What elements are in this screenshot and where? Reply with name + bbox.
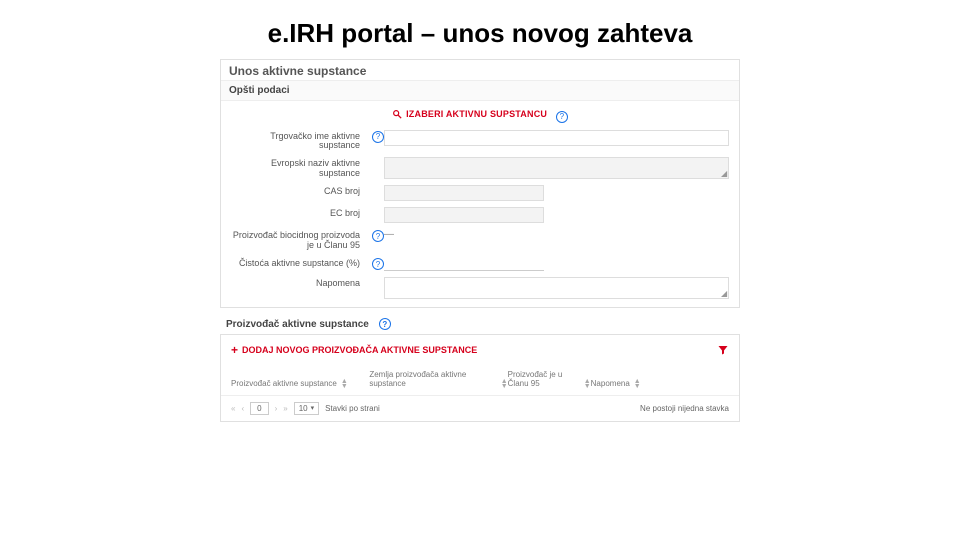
table-header: Proizvođač aktivne supstance ▲▼ Zemlja p…	[221, 365, 739, 395]
panel-active-substance: Unos aktivne supstance Opšti podaci IZAB…	[220, 59, 740, 308]
sort-icon[interactable]: ▲▼	[584, 379, 591, 389]
panel-manufacturer: Proizvođač aktivne supstance ? + DODAJ N…	[220, 314, 740, 422]
plus-icon: +	[231, 343, 238, 357]
section-manufacturer: Proizvođač aktivne supstance ?	[220, 314, 740, 334]
label-ec: EC broj	[231, 207, 366, 219]
page-size-label: Stavki po strani	[325, 404, 380, 413]
article95-value: —	[384, 229, 729, 240]
pager-prev[interactable]: ‹	[241, 404, 244, 413]
col-manufacturer[interactable]: Proizvođač aktivne supstance ▲▼	[231, 379, 369, 389]
ec-input	[384, 207, 544, 223]
search-icon	[392, 109, 402, 119]
resize-handle-icon[interactable]: ◢	[721, 171, 727, 177]
sort-icon[interactable]: ▲▼	[634, 379, 641, 389]
col-article95[interactable]: Proizvođač je u Članu 95 ▲▼	[508, 371, 591, 389]
help-icon[interactable]: ?	[372, 131, 384, 143]
page-title: e.IRH portal – unos novog zahteva	[0, 18, 960, 49]
cas-input	[384, 185, 544, 201]
chevron-down-icon: ▾	[311, 404, 315, 412]
label-european-name: Evropski naziv aktivne supstance	[231, 157, 366, 179]
panel-title: Unos aktivne supstance	[221, 60, 739, 80]
european-name-textarea[interactable]: ◢	[384, 157, 729, 179]
label-purity: Čistoća aktivne supstance (%)	[231, 257, 366, 269]
sort-icon[interactable]: ▲▼	[501, 379, 508, 389]
label-cas: CAS broj	[231, 185, 366, 197]
trade-name-input[interactable]	[384, 130, 729, 146]
help-icon[interactable]: ?	[372, 230, 384, 242]
resize-handle-icon[interactable]: ◢	[721, 291, 727, 297]
add-manufacturer-button[interactable]: + DODAJ NOVOG PROIZVOĐAČA AKTIVNE SUPSTA…	[231, 343, 477, 357]
select-active-substance-button[interactable]: IZABERI AKTIVNU SUPSTANCU	[392, 109, 547, 119]
help-icon[interactable]: ?	[379, 318, 391, 330]
purity-input[interactable]	[384, 257, 544, 271]
select-active-substance-label: IZABERI AKTIVNU SUPSTANCU	[406, 109, 547, 119]
section-general-data: Opšti podaci	[221, 80, 739, 101]
pager-first[interactable]: «	[231, 404, 235, 413]
help-icon[interactable]: ?	[556, 111, 568, 123]
pager-empty-text: Ne postoji nijedna stavka	[640, 404, 729, 413]
pager-next[interactable]: ›	[275, 404, 278, 413]
filter-icon[interactable]	[717, 344, 729, 356]
label-note: Napomena	[231, 277, 366, 289]
add-manufacturer-label: DODAJ NOVOG PROIZVOĐAČA AKTIVNE SUPSTANC…	[242, 345, 477, 355]
note-textarea[interactable]: ◢	[384, 277, 729, 299]
sort-icon[interactable]: ▲▼	[341, 379, 348, 389]
col-country[interactable]: Zemlja proizvođača aktivne supstance ▲▼	[369, 371, 507, 389]
table-pager: « ‹ 0 › » 10 ▾ Stavki po strani Ne posto…	[221, 395, 739, 421]
pager-last[interactable]: »	[283, 404, 287, 413]
manufacturer-table: Proizvođač aktivne supstance ▲▼ Zemlja p…	[220, 365, 740, 422]
label-article95: Proizvođač biocidnog proizvoda je u Član…	[231, 229, 366, 251]
col-note[interactable]: Napomena ▲▼	[591, 379, 729, 389]
page-size-select[interactable]: 10 ▾	[294, 402, 319, 415]
label-trade-name: Trgovačko ime aktivne supstance	[231, 130, 366, 152]
help-icon[interactable]: ?	[372, 258, 384, 270]
pager-page[interactable]: 0	[250, 402, 268, 415]
